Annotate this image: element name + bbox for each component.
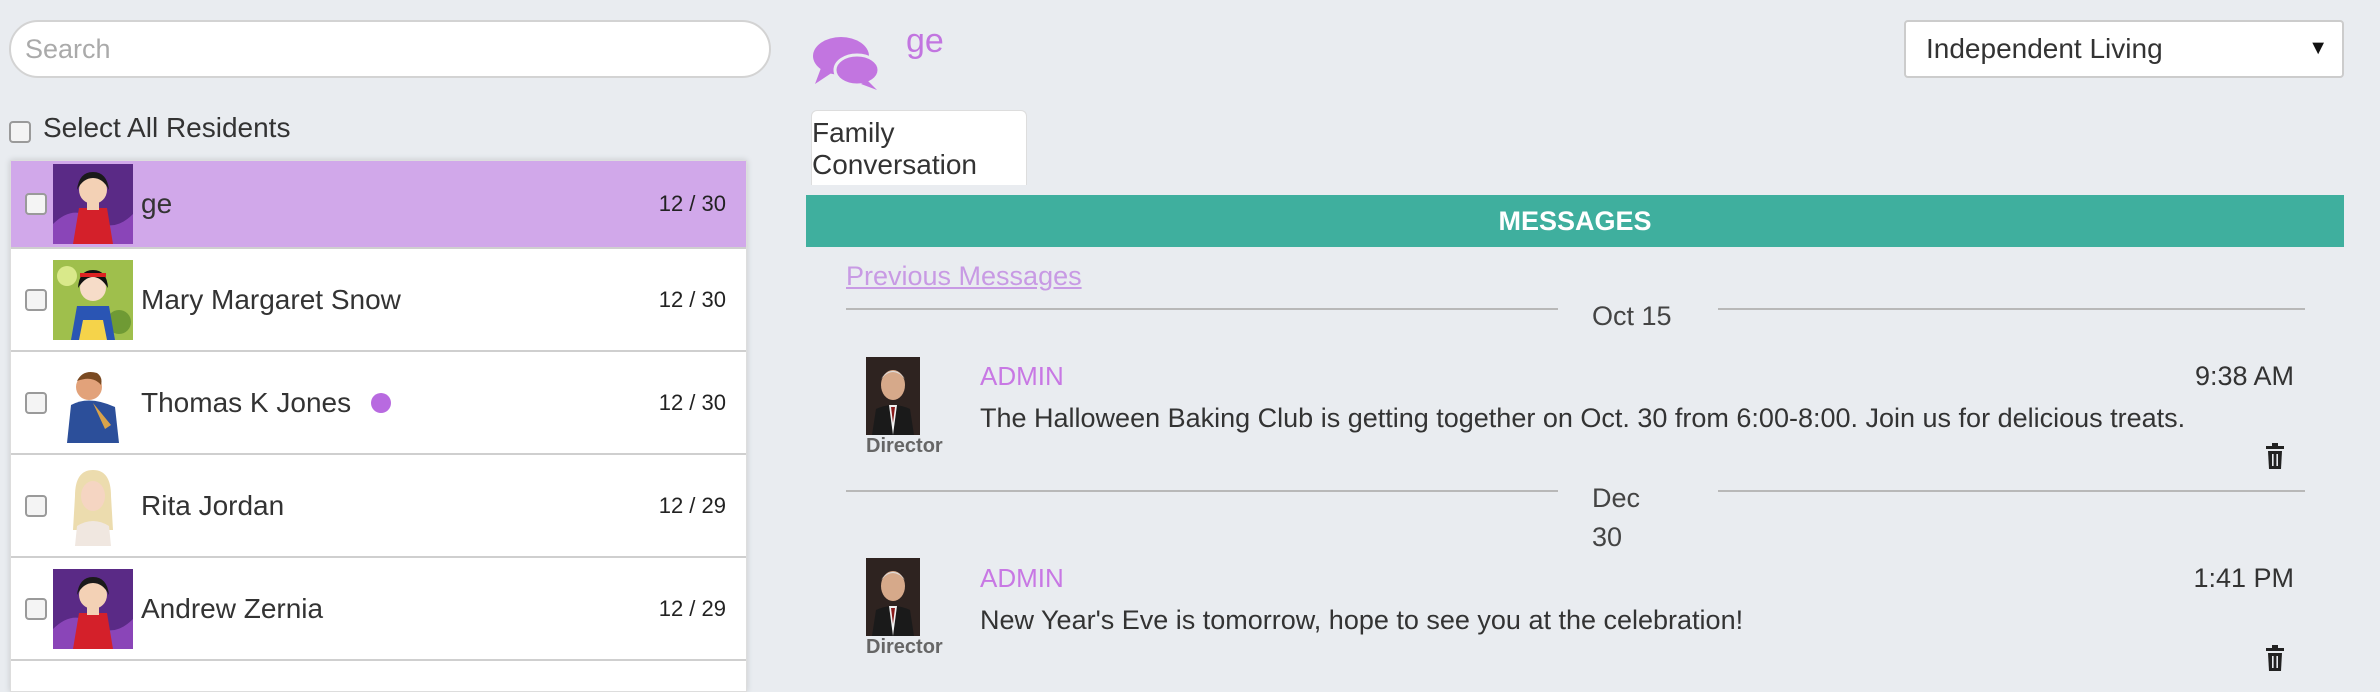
resident-count: 12 / 29	[658, 492, 726, 518]
community-select[interactable]: Independent Living ▼	[1904, 20, 2344, 78]
trash-icon[interactable]	[2264, 645, 2286, 671]
message-time: 9:38 AM	[2194, 361, 2294, 391]
avatar	[53, 259, 133, 340]
select-all-residents[interactable]: Select All Residents	[9, 112, 290, 144]
resident-name: Rita Jordan	[141, 489, 285, 521]
chevron-down-icon: ▼	[2308, 37, 2328, 59]
resident-checkbox[interactable]	[25, 288, 47, 311]
trash-icon[interactable]	[2264, 443, 2286, 469]
select-all-label: Select All Residents	[43, 112, 291, 143]
date-divider-line	[1718, 308, 2305, 310]
tab-family-conversation[interactable]: Family Conversation	[811, 110, 1027, 186]
messages-panel: MESSAGES Previous Messages Oct 15 Direct…	[806, 185, 2344, 685]
avatar	[53, 568, 133, 649]
search-input[interactable]	[9, 20, 771, 78]
sender-role: Director	[866, 435, 943, 457]
date-divider-line	[846, 490, 1558, 492]
conversation-tabs: Family Conversation	[806, 110, 2344, 186]
resident-list: ge 12 / 30 Mary Margaret Snow 12 / 30 Th…	[10, 160, 747, 692]
resident-count: 12 / 30	[658, 286, 726, 312]
sender-avatar	[866, 558, 920, 636]
previous-messages-link[interactable]: Previous Messages	[846, 261, 1082, 292]
avatar	[53, 465, 133, 546]
current-resident-name: ge	[906, 22, 944, 60]
sender-name: ADMIN	[980, 563, 1064, 593]
resident-row-mary-margaret-snow[interactable]: Mary Margaret Snow 12 / 30	[11, 249, 746, 352]
message-time: 1:41 PM	[2193, 563, 2294, 593]
date-separator: Oct 15	[1592, 301, 1672, 331]
resident-panel: Select All Residents ge 12 / 30	[0, 0, 771, 692]
select-all-checkbox[interactable]	[9, 121, 31, 143]
date-separator-day: 30	[1592, 522, 1623, 552]
message-text: The Halloween Baking Club is getting tog…	[980, 403, 2186, 433]
tab-label: Family Conversation	[812, 116, 977, 180]
sender-role: Director	[866, 636, 943, 658]
avatar	[53, 164, 133, 244]
messages-header: MESSAGES	[806, 195, 2344, 247]
resident-row-rita-jordan[interactable]: Rita Jordan 12 / 29	[11, 455, 746, 558]
message-text: New Year's Eve is tomorrow, hope to see …	[980, 605, 1744, 635]
chat-bubbles-icon	[813, 37, 881, 90]
resident-count: 12 / 29	[658, 595, 726, 621]
resident-name: ge	[141, 188, 173, 219]
resident-row-andrew-zernia[interactable]: Andrew Zernia 12 / 29	[11, 558, 746, 661]
resident-count: 12 / 30	[658, 389, 726, 415]
date-separator-month: Dec	[1592, 483, 1641, 513]
resident-row-ge[interactable]: ge 12 / 30	[11, 161, 746, 249]
sender-avatar	[866, 357, 920, 435]
date-divider-line	[846, 308, 1558, 310]
community-select-value: Independent Living	[1926, 33, 2163, 64]
resident-row-thomas-k-jones[interactable]: Thomas K Jones 12 / 30	[11, 352, 746, 455]
avatar	[53, 362, 133, 443]
resident-name: Andrew Zernia	[141, 592, 324, 624]
online-status-dot	[371, 392, 392, 413]
resident-checkbox[interactable]	[25, 494, 47, 517]
resident-checkbox[interactable]	[25, 391, 47, 414]
date-divider-line	[1718, 490, 2305, 492]
resident-name: Mary Margaret Snow	[141, 283, 401, 315]
resident-count: 12 / 30	[658, 191, 726, 216]
sender-name: ADMIN	[980, 361, 1064, 391]
resident-checkbox[interactable]	[25, 193, 47, 215]
resident-name: Thomas K Jones	[141, 387, 392, 419]
resident-checkbox[interactable]	[25, 597, 47, 620]
